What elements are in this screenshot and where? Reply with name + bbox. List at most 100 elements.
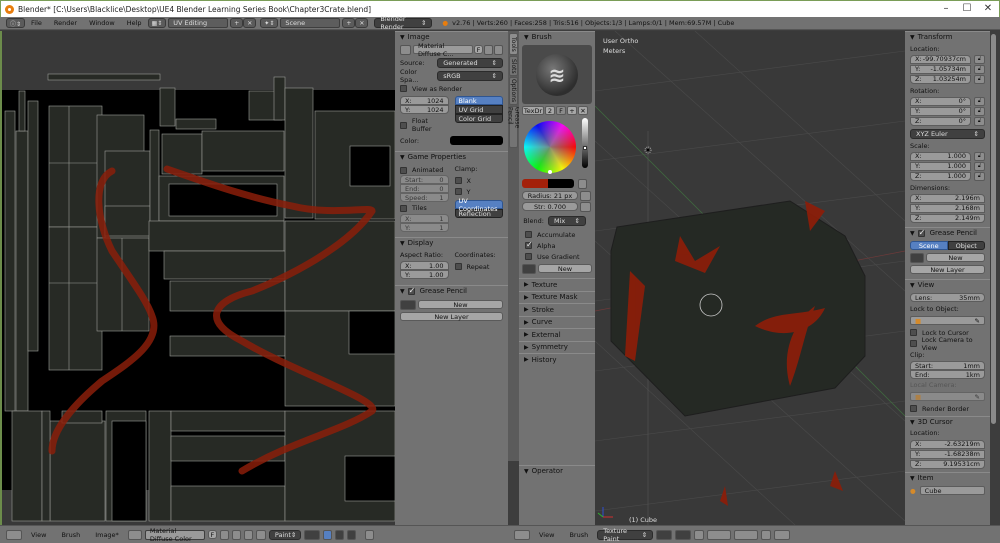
scene-field[interactable]: Scene	[280, 18, 341, 28]
lock-icon[interactable]: 🔓︎	[974, 116, 985, 126]
animated-checkbox[interactable]	[400, 166, 407, 174]
tab-slots[interactable]: Slots	[509, 56, 518, 76]
object-name-field[interactable]: Cube	[919, 486, 985, 495]
brush-section-symmetry[interactable]: ▶ Symmetry	[519, 340, 595, 354]
tab-grease-pencil[interactable]: Grease Pencil	[507, 106, 521, 148]
image-width-field[interactable]: X: 1024	[400, 96, 449, 105]
fake-user-button[interactable]: F	[474, 45, 483, 54]
gen-type-color-grid[interactable]: Color Grid	[454, 114, 503, 123]
value-slider[interactable]	[582, 118, 588, 168]
pin-icon[interactable]	[255, 529, 266, 540]
tiles-y-field[interactable]: Y: 1	[400, 223, 449, 232]
tab-options[interactable]: Options	[509, 77, 518, 105]
screen-layout-field[interactable]: UV Editing	[168, 18, 229, 28]
tiles-x-field[interactable]: X: 1	[400, 214, 449, 223]
brush-preview[interactable]: ≋	[522, 45, 592, 104]
location-y-field[interactable]: Y: -1.05734m	[910, 64, 971, 74]
gen-type-uv-grid[interactable]: UV Grid	[454, 105, 503, 114]
viewport-shading-icon[interactable]	[656, 529, 673, 540]
uv-mode-select[interactable]: Paint ⇕	[268, 529, 301, 540]
uv-menu-view[interactable]: View	[31, 531, 46, 539]
brush-section-texture-mask[interactable]: ▶ Texture Mask	[519, 290, 595, 304]
clip-end-field[interactable]: End: 1km	[910, 370, 985, 379]
swap-colors-icon[interactable]	[578, 178, 587, 189]
scene-icon[interactable]: ✦⇕	[260, 18, 279, 28]
render-engine-select[interactable]: Blender Render ⇕	[374, 15, 433, 31]
unlink-image-icon[interactable]	[243, 529, 253, 540]
add-scene-button[interactable]: +	[342, 18, 356, 28]
lock-icon[interactable]: 🔓︎	[974, 161, 985, 171]
transform-header[interactable]: ▼ Transform	[905, 31, 990, 42]
repeat-checkbox[interactable]	[454, 263, 462, 270]
image-browse-icon[interactable]	[127, 529, 142, 540]
accumulate-checkbox[interactable]	[525, 231, 532, 238]
image-browse-icon[interactable]	[400, 44, 411, 55]
rotation-mode-select[interactable]: XYZ Euler ⇕	[910, 128, 985, 139]
unlink-image-icon[interactable]	[494, 44, 503, 55]
tab-tools[interactable]: Tools	[509, 33, 518, 55]
item-header[interactable]: ▼ Item	[905, 472, 990, 483]
brush-fake-user-button[interactable]: F	[556, 106, 566, 115]
image-name-field[interactable]: Material Diffuse C...	[413, 42, 473, 58]
radius-field[interactable]: Radius: 21 px	[522, 191, 578, 200]
remove-brush-button[interactable]: ✕	[578, 106, 588, 115]
dimensions-z-field[interactable]: Z: 2.149m	[910, 213, 985, 223]
uv-menu-image[interactable]: Image*	[95, 531, 119, 539]
brush-panel-header[interactable]: ▼ Brush	[519, 31, 595, 42]
primary-color-swatch[interactable]	[522, 179, 548, 188]
display-header[interactable]: ▼ Display	[395, 237, 508, 248]
screen-layout-icon[interactable]: ▦⇕	[147, 18, 167, 28]
brush-section-stroke[interactable]: ▶ Stroke	[519, 303, 595, 316]
brush-section-external[interactable]: ▶ External	[519, 328, 595, 341]
uv-image-editor[interactable]	[0, 31, 395, 525]
alpha-mode-icon[interactable]	[334, 529, 344, 540]
use-gradient-checkbox[interactable]	[525, 253, 532, 260]
menu-file[interactable]: File	[31, 19, 42, 27]
alpha-checkbox[interactable]	[525, 240, 533, 249]
strength-field[interactable]: Str: 0.700	[522, 202, 578, 211]
3d-viewport[interactable]: User Ortho Meters (1) Cube	[595, 31, 905, 525]
value-slider-handle[interactable]	[583, 146, 587, 150]
color-wheel[interactable]	[524, 121, 576, 174]
lock-object-field[interactable]: ■ ✎	[910, 316, 985, 325]
pencil-icon[interactable]	[400, 299, 416, 310]
mapping-uv-coordinates[interactable]: UV Coordinates	[454, 197, 503, 213]
open-image-icon[interactable]	[231, 529, 241, 540]
brush-section-texture[interactable]: ▶ Texture	[519, 278, 595, 291]
speed-field[interactable]: Speed: 1	[400, 193, 449, 202]
3d-cursor-header[interactable]: ▼ 3D Cursor	[905, 416, 990, 427]
lock-icon[interactable]: 🔓︎	[974, 64, 985, 74]
clip-start-field[interactable]: Start: 1mm	[910, 361, 985, 370]
color-swatch[interactable]	[449, 136, 503, 145]
lock-layers-icon[interactable]	[761, 529, 772, 540]
brush-section-history[interactable]: ▶ History	[519, 353, 595, 366]
clamp-y-checkbox[interactable]	[454, 188, 462, 195]
gp-pencil-icon[interactable]	[910, 252, 924, 263]
lock-icon[interactable]: 🔓︎	[974, 74, 985, 84]
lock-camera-checkbox[interactable]	[910, 340, 917, 347]
interaction-mode-select[interactable]: Texture Paint ⇕	[597, 527, 654, 543]
lock-cursor-checkbox[interactable]	[910, 329, 917, 336]
open-image-icon[interactable]	[484, 44, 493, 55]
add-screen-button[interactable]: +	[230, 18, 244, 28]
cursor-z-field[interactable]: Z: 9.19531cm	[910, 459, 985, 469]
scale-y-field[interactable]: Y: 1.000	[910, 161, 971, 171]
maximize-button[interactable]: ☐	[957, 3, 977, 15]
new-image-icon[interactable]	[219, 529, 229, 540]
location-x-field[interactable]: X: -99.70937cm	[910, 54, 971, 64]
grease-pencil-checkbox[interactable]	[407, 286, 415, 295]
lock-icon[interactable]: 🔓︎	[974, 96, 985, 106]
scale-z-field[interactable]: Z: 1.000	[910, 171, 971, 181]
game-properties-header[interactable]: ▼ Game Properties	[395, 151, 508, 162]
cursor-x-field[interactable]: X: -2.63219m	[910, 439, 985, 449]
grease-pencil-new-button[interactable]: New	[418, 300, 503, 309]
eyedropper-icon[interactable]: ✎	[975, 317, 980, 325]
lens-field[interactable]: Lens: 35mm	[910, 293, 985, 302]
uv-image-name-field[interactable]: Material Diffuse Color	[144, 527, 205, 543]
editor-type-image-icon[interactable]	[6, 529, 22, 540]
float-buffer-checkbox[interactable]	[400, 121, 407, 129]
gen-type-blank[interactable]: Blank	[454, 96, 503, 105]
strength-pressure-icon[interactable]	[580, 201, 591, 212]
rotation-z-field[interactable]: Z: 0°	[910, 116, 971, 126]
lock-icon[interactable]: 🔓︎	[974, 171, 985, 181]
